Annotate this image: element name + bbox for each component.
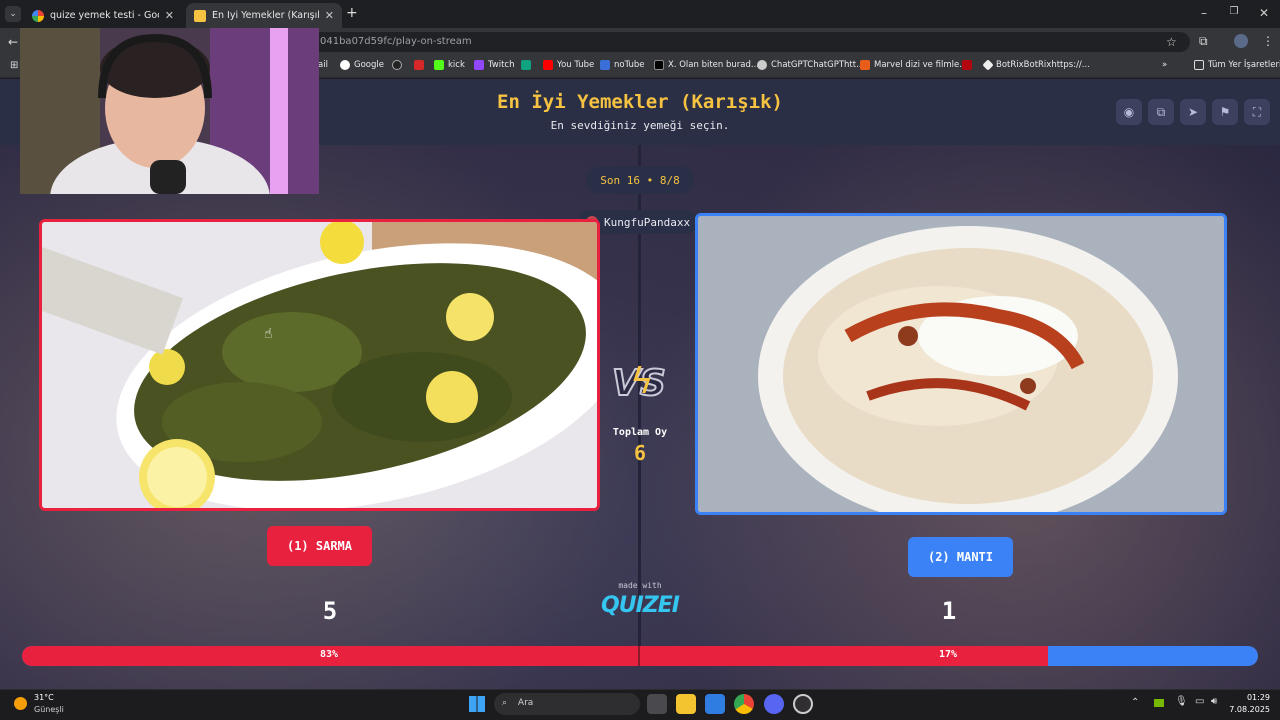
store-icon[interactable] <box>705 694 725 714</box>
bookmark-mail[interactable]: ail <box>318 60 328 70</box>
discord-icon[interactable] <box>764 694 784 714</box>
vs-icon: VS ϟ <box>611 361 667 405</box>
fullscreen-icon[interactable]: ⛶ <box>1244 99 1270 125</box>
close-icon[interactable]: ✕ <box>165 9 174 22</box>
marvel-icon <box>860 60 870 70</box>
red-brand-icon <box>414 60 424 70</box>
search-icon: ⌕ <box>502 698 508 708</box>
copy-icon[interactable]: ⧉ <box>1148 99 1174 125</box>
more-bookmarks-icon[interactable]: » <box>1162 60 1167 70</box>
bookmark-netflix[interactable] <box>962 60 976 70</box>
network-icon[interactable]: ▭ <box>1195 696 1204 707</box>
minimize-button[interactable]: – <box>1195 6 1213 20</box>
round-badge: Son 16 • 8/8 <box>586 166 694 194</box>
bookmark-chatgpt-green[interactable] <box>521 60 535 70</box>
kick-icon <box>434 60 444 70</box>
task-view-icon[interactable] <box>647 694 667 714</box>
address-bar[interactable]: 041ba07d59fc/play-on-stream <box>300 32 1190 52</box>
flag-icon[interactable]: ⚑ <box>1212 99 1238 125</box>
notube-icon <box>600 60 610 70</box>
netflix-icon <box>962 60 972 70</box>
all-bookmarks[interactable]: Tüm Yer İşaretleri <box>1194 60 1280 70</box>
extensions-icon[interactable]: ⧉ <box>1199 34 1208 49</box>
bookmark-x[interactable]: X. Olan biten burad... <box>654 60 759 70</box>
weather-temp: 31°C <box>34 693 54 702</box>
start-icon[interactable] <box>469 696 485 712</box>
bookmark-twitch[interactable]: Twitch <box>474 60 515 70</box>
manti-image <box>698 216 1224 512</box>
google-icon <box>32 9 44 22</box>
chatgpt-icon <box>521 60 531 70</box>
clock-time[interactable]: 01:29 <box>1232 693 1270 702</box>
bookmark-google[interactable]: Google <box>340 60 384 70</box>
taskbar-search[interactable]: ⌕ Ara <box>494 693 640 715</box>
mic-icon[interactable]: 🎙︎ <box>1175 696 1188 707</box>
progress-midline <box>638 646 640 666</box>
total-votes-value: 6 <box>633 441 647 465</box>
clock-date[interactable]: 7.08.2025 <box>1222 705 1270 714</box>
tab-google-search[interactable]: quize yemek testi - Google'da A ✕ <box>24 3 182 28</box>
back-icon[interactable]: ← <box>8 35 18 49</box>
tab-list-button[interactable]: ⌄ <box>5 6 21 22</box>
volume-icon[interactable]: 🔊︎ <box>1211 696 1217 707</box>
made-with-label: made with <box>618 581 662 590</box>
vote-count-manti: 1 <box>941 597 957 625</box>
total-votes-label: Toplam Oy <box>612 427 668 438</box>
folder-icon <box>1194 60 1204 70</box>
progress-fill-sarma <box>22 646 1048 666</box>
new-tab-button[interactable]: + <box>346 5 358 21</box>
percent-sarma: 83% <box>320 649 339 660</box>
obs-icon[interactable] <box>793 694 813 714</box>
bookmark-red[interactable] <box>414 60 428 70</box>
apps-icon[interactable]: ⊞ <box>10 60 18 71</box>
bookmark-star-icon[interactable]: ☆ <box>1166 35 1177 49</box>
bookmark-marvel[interactable]: Marvel dizi ve filmle... <box>860 60 967 70</box>
sarma-image <box>42 222 597 508</box>
nvidia-icon[interactable] <box>1154 699 1164 707</box>
bookmark-circle[interactable] <box>392 60 406 70</box>
option-card-manti[interactable] <box>695 213 1227 515</box>
bookmark-botrix[interactable]: BotRixBotRixhttps://... <box>982 59 1090 71</box>
quizei-tab-icon <box>194 9 206 22</box>
send-icon[interactable]: ➤ <box>1180 99 1206 125</box>
vote-button-manti[interactable]: (2) MANTI <box>908 537 1013 577</box>
bookmark-kick[interactable]: kick <box>434 60 465 70</box>
file-explorer-icon[interactable] <box>676 694 696 714</box>
vote-button-sarma[interactable]: (1) SARMA <box>267 526 372 566</box>
chrome-icon[interactable] <box>734 694 754 714</box>
windows-taskbar <box>0 689 1280 720</box>
percent-manti: 17% <box>939 649 958 660</box>
vote-progress-bar: 83% 17% <box>22 646 1258 666</box>
eye-icon[interactable]: ◉ <box>1116 99 1142 125</box>
bookmark-youtube[interactable]: You Tube <box>543 60 594 70</box>
tab-quizei[interactable]: En İyi Yemekler (Karışık) - Quize ✕ <box>186 3 342 28</box>
mouse-cursor: ☝ <box>264 326 273 342</box>
vote-count-sarma: 5 <box>322 597 338 625</box>
tray-chevron-icon[interactable]: ⌃ <box>1131 697 1139 708</box>
profile-avatar[interactable] <box>1234 34 1248 48</box>
streamer-webcam <box>20 28 319 194</box>
botrix-icon <box>982 59 994 71</box>
quizei-logo[interactable]: QUIZEI <box>590 593 690 618</box>
webcam-overlay <box>20 28 319 194</box>
menu-icon[interactable]: ⋮ <box>1262 34 1274 48</box>
browser-title-bar: ⌄ quize yemek testi - Google'da A ✕ En İ… <box>0 0 1280 28</box>
lightning-icon: ϟ <box>630 361 654 402</box>
twitch-icon <box>474 60 484 70</box>
restore-button[interactable]: ❐ <box>1225 6 1243 17</box>
openai-icon <box>757 60 767 70</box>
close-window-button[interactable]: ✕ <box>1255 6 1273 20</box>
option-card-sarma[interactable] <box>39 219 600 511</box>
weather-desc: Güneşli <box>34 705 64 714</box>
x-icon <box>654 60 664 70</box>
youtube-icon <box>543 60 553 70</box>
close-icon[interactable]: ✕ <box>325 9 334 22</box>
circle-icon <box>392 60 402 70</box>
weather-icon[interactable] <box>14 697 27 710</box>
bookmark-chatgpt[interactable]: ChatGPTChatGPThtt... <box>757 60 864 70</box>
google-icon <box>340 60 350 70</box>
bookmark-notube[interactable]: noTube <box>600 60 645 70</box>
